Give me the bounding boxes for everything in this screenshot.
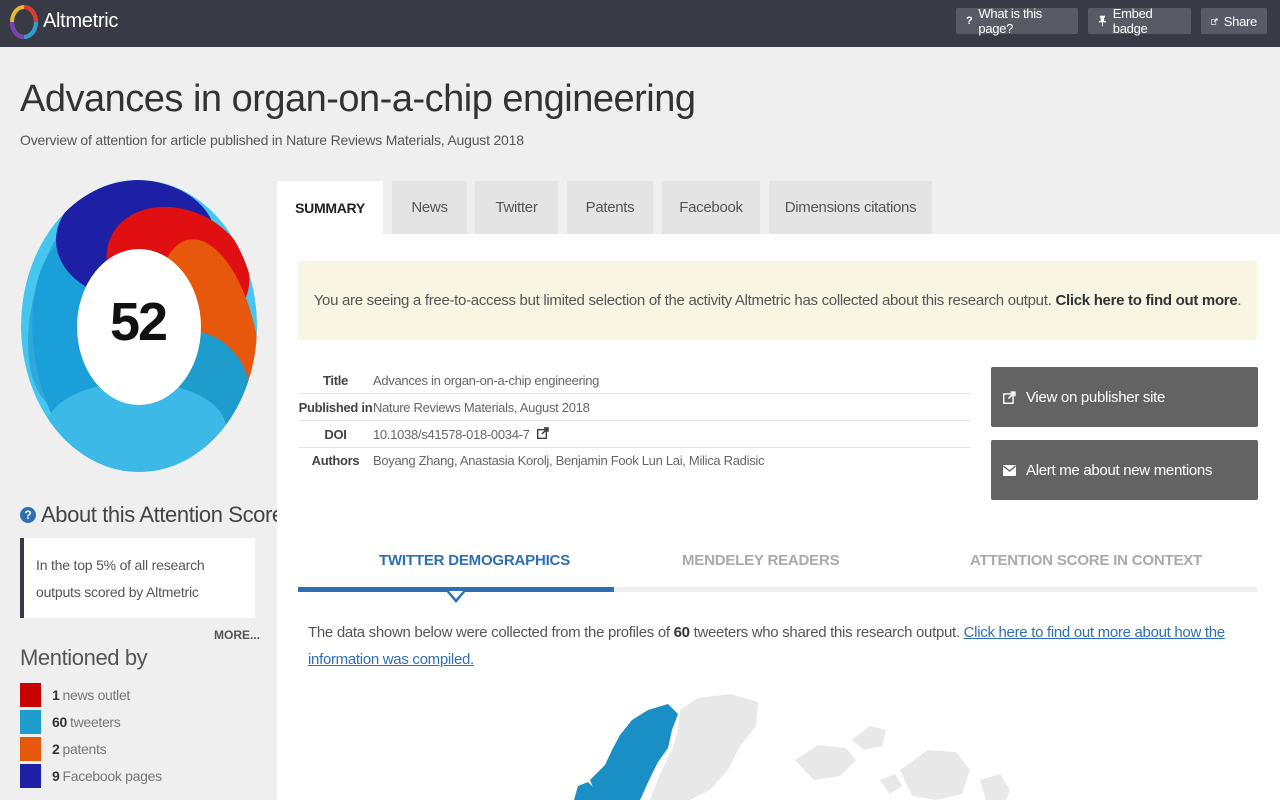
mention-count: 9	[52, 768, 60, 784]
question-circle-icon: ?	[20, 507, 36, 523]
tab-patents[interactable]: Patents	[567, 181, 653, 234]
demographics-description: The data shown below were collected from…	[308, 619, 1258, 673]
alert-mentions-label: Alert me about new mentions	[1026, 461, 1213, 479]
subtab-twitter-demographics[interactable]: TWITTER DEMOGRAPHICS	[379, 552, 570, 569]
notice-text: You are seeing a free-to-access but limi…	[313, 292, 1052, 309]
view-on-publisher-button[interactable]: View on publisher site	[991, 367, 1258, 427]
page-title: Advances in organ-on-a-chip engineering	[20, 78, 696, 120]
metadata-row-authors: Authors Boyang Zhang, Anastasia Korolj, …	[298, 448, 970, 475]
tab-summary[interactable]: SUMMARY	[277, 181, 383, 234]
patents-color-swatch	[20, 737, 41, 761]
twitter-color-swatch	[20, 710, 41, 734]
share-icon	[1211, 18, 1218, 25]
metadata-key: Title	[323, 372, 348, 388]
tab-news[interactable]: News	[392, 181, 467, 234]
external-link-icon	[1003, 390, 1016, 404]
mention-facebook[interactable]: 9 Facebook pages	[20, 764, 162, 788]
metadata-value: Boyang Zhang, Anastasia Korolj, Benjamin…	[373, 453, 765, 468]
tab-facebook[interactable]: Facebook	[662, 181, 760, 234]
tab-dimensions-citations[interactable]: Dimensions citations	[769, 181, 932, 234]
active-tab-caret-inner	[449, 591, 463, 599]
mention-label: tweeters	[69, 714, 121, 730]
share-label: Share	[1223, 13, 1258, 29]
doi-link[interactable]: 10.1038/s41578-018-0034-7	[373, 427, 549, 442]
twitter-demographics-map[interactable]	[560, 690, 1010, 800]
metadata-key: Authors	[311, 453, 360, 468]
find-out-more-link[interactable]: Click here to find out more	[1055, 292, 1237, 309]
embed-badge-button[interactable]: Embed badge	[1088, 6, 1191, 36]
tab-twitter[interactable]: Twitter	[475, 181, 558, 234]
page-subtitle: Overview of attention for article publis…	[20, 132, 524, 148]
share-button[interactable]: Share	[1201, 8, 1267, 34]
news-color-swatch	[20, 683, 41, 707]
more-link[interactable]: MORE...	[214, 628, 260, 642]
about-attention-score-link[interactable]: ? About this Attention Score	[20, 502, 284, 528]
limited-access-notice: You are seeing a free-to-access but limi…	[298, 261, 1257, 340]
metadata-value: Nature Reviews Materials, August 2018	[373, 399, 590, 415]
metadata-row-published: Published in Nature Reviews Materials, A…	[298, 394, 970, 421]
metadata-value: Advances in organ-on-a-chip engineering	[373, 372, 600, 388]
brand-name[interactable]: Altmetric	[43, 10, 118, 33]
question-icon: ?	[966, 15, 973, 27]
altmetric-logo-icon[interactable]	[10, 5, 38, 39]
metadata-row-doi: DOI 10.1038/s41578-018-0034-7	[298, 421, 970, 448]
tweeter-count: 60	[673, 624, 690, 641]
demographics-text-after: tweeters who shared this research output…	[693, 624, 960, 641]
alert-mentions-button[interactable]: Alert me about new mentions	[991, 440, 1258, 500]
doi-value: 10.1038/s41578-018-0034-7	[373, 426, 530, 442]
subtab-mendeley-readers[interactable]: MENDELEY READERS	[682, 552, 840, 569]
envelope-icon	[1003, 464, 1016, 476]
facebook-color-swatch	[20, 764, 41, 788]
mention-tweeters[interactable]: 60 tweeters	[20, 710, 121, 734]
mentioned-by-heading: Mentioned by	[20, 645, 148, 670]
mention-label: news outlet	[62, 687, 131, 703]
attention-score: 52	[109, 292, 168, 352]
metadata-row-title: Title Advances in organ-on-a-chip engine…	[298, 367, 970, 394]
pin-icon	[1098, 15, 1106, 27]
mention-count: 60	[52, 714, 67, 730]
mention-count: 2	[52, 741, 60, 757]
mention-label: Facebook pages	[62, 768, 163, 784]
view-on-publisher-label: View on publisher site	[1026, 388, 1166, 406]
metadata-key: Published in	[298, 399, 373, 415]
notice-end: .	[1237, 292, 1242, 309]
external-link-icon	[536, 426, 549, 439]
attention-score-summary: In the top 5% of all research outputs sc…	[20, 538, 255, 618]
mention-news[interactable]: 1 news outlet	[20, 683, 130, 707]
article-metadata: Title Advances in organ-on-a-chip engine…	[298, 367, 970, 475]
embed-badge-label: Embed badge	[1112, 6, 1153, 36]
what-is-this-page-label: What is this page?	[978, 6, 1043, 36]
what-is-this-page-button[interactable]: ? What is this page?	[956, 6, 1078, 36]
mention-patents[interactable]: 2 patents	[20, 737, 107, 761]
about-attention-score-title: About this Attention Score	[41, 502, 284, 527]
demographics-text-before: The data shown below were collected from…	[308, 624, 670, 641]
top-bar: Altmetric ? What is this page? Embed bad…	[0, 0, 1280, 47]
subtab-attention-score-context[interactable]: ATTENTION SCORE IN CONTEXT	[970, 552, 1202, 569]
mention-label: patents	[62, 741, 107, 757]
mention-count: 1	[52, 687, 60, 703]
metadata-key: DOI	[324, 426, 347, 442]
